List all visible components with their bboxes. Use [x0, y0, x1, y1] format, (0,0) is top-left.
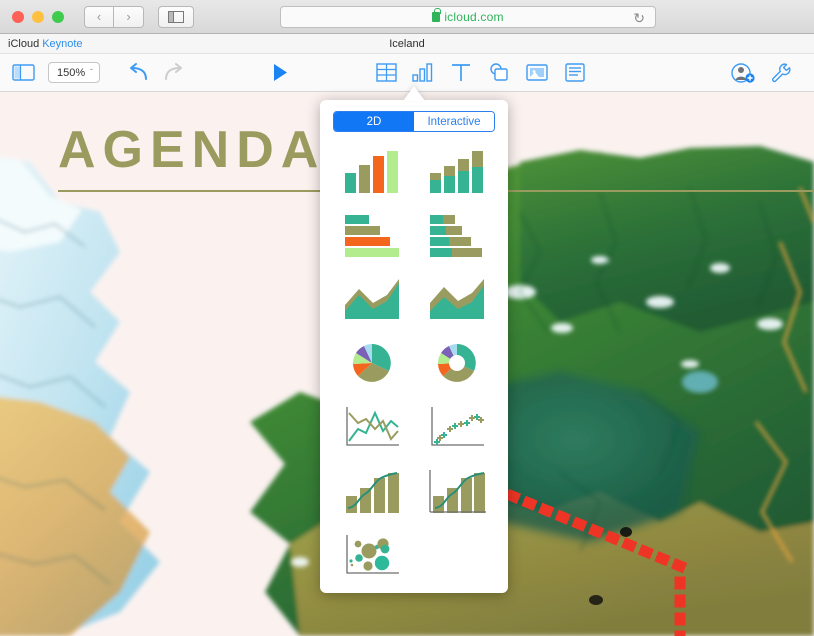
share-icon	[731, 62, 755, 83]
chart-option-bubble[interactable]	[330, 524, 413, 586]
zoom-button[interactable]	[52, 10, 64, 23]
route-dotted-line	[504, 488, 686, 636]
two-axis-chart-icon	[428, 470, 486, 513]
address-bar[interactable]: icloud.com ↻	[280, 6, 656, 28]
shape-button[interactable]	[486, 61, 512, 85]
page-title[interactable]: AGENDA	[58, 120, 325, 180]
text-button[interactable]	[448, 61, 474, 85]
mixed-column-line-chart-icon	[345, 472, 399, 513]
tools-button[interactable]	[768, 61, 794, 85]
text-icon	[451, 64, 470, 81]
stacked-area-chart-icon	[429, 279, 484, 319]
chart-option-two-axis[interactable]	[415, 460, 498, 522]
chart-type-segmented-control[interactable]: 2D Interactive	[333, 111, 495, 132]
chart-popover[interactable]: 2D Interactive	[320, 100, 508, 593]
chart-option-bar[interactable]	[330, 204, 413, 266]
stacked-bar-chart-icon	[429, 215, 482, 257]
chart-grid-empty-slot	[415, 524, 498, 586]
tab-2d[interactable]: 2D	[334, 112, 414, 131]
shape-icon	[490, 63, 508, 81]
bar-chart-icon	[344, 215, 399, 257]
chart-option-donut[interactable]	[415, 332, 498, 394]
document-title: Iceland	[389, 37, 425, 50]
minimize-button[interactable]	[32, 10, 44, 23]
pie-chart-icon	[352, 344, 391, 382]
donut-chart-icon	[437, 344, 476, 382]
sidebar-icon	[168, 10, 184, 23]
share-button[interactable]	[730, 61, 756, 85]
bubble-chart-icon	[345, 535, 399, 574]
table-button[interactable]	[374, 61, 400, 85]
chart-option-stacked-area[interactable]	[415, 268, 498, 330]
chart-option-area[interactable]	[330, 268, 413, 330]
sidebar-toggle-button[interactable]	[158, 5, 194, 28]
media-button[interactable]	[524, 61, 550, 85]
chevron-down-icon: ˇ	[90, 68, 93, 77]
popover-arrow	[403, 86, 425, 101]
zoom-value: 150%	[57, 66, 86, 79]
chart-icon	[412, 63, 433, 82]
tab-interactive[interactable]: Interactive	[414, 112, 494, 131]
media-icon	[526, 64, 548, 81]
line-chart-icon	[345, 407, 399, 446]
area-chart-icon	[344, 279, 399, 319]
chart-option-stacked-column[interactable]	[415, 140, 498, 202]
reload-icon[interactable]: ↻	[633, 11, 645, 25]
redo-button	[160, 61, 188, 85]
chart-type-grid	[330, 140, 498, 586]
chart-option-mixed[interactable]	[330, 460, 413, 522]
undo-button[interactable]	[124, 61, 152, 85]
chart-option-stacked-bar[interactable]	[415, 204, 498, 266]
slide-navigator-button[interactable]	[10, 62, 36, 84]
slide-navigator-icon	[11, 64, 35, 81]
redo-icon	[164, 62, 182, 80]
wrench-icon	[772, 63, 791, 82]
url-text: icloud.com	[444, 10, 504, 24]
forward-button[interactable]: ›	[114, 5, 144, 28]
stacked-column-chart-icon	[429, 151, 483, 193]
comment-button[interactable]	[562, 61, 588, 85]
browser-toolbar: ‹ › icloud.com ↻	[0, 0, 814, 34]
play-icon	[274, 64, 288, 81]
window-controls	[12, 10, 64, 23]
back-button[interactable]: ‹	[84, 5, 114, 28]
app-title-bar: iCloud Keynote Iceland	[0, 34, 814, 54]
lock-icon	[432, 8, 441, 22]
undo-icon	[129, 62, 147, 80]
chart-option-scatter[interactable]	[415, 396, 498, 458]
chart-option-column[interactable]	[330, 140, 413, 202]
chart-option-pie[interactable]	[330, 332, 413, 394]
navigation-buttons: ‹ ›	[84, 5, 144, 28]
column-chart-icon	[344, 151, 398, 193]
play-button[interactable]	[268, 61, 294, 85]
chart-option-line[interactable]	[330, 396, 413, 458]
url-text-wrap: icloud.com	[432, 8, 504, 24]
table-icon	[376, 63, 398, 82]
browser-window: ‹ › icloud.com ↻ iCloudKeynote Iceland	[0, 0, 814, 636]
close-button[interactable]	[12, 10, 24, 23]
comment-icon	[565, 63, 585, 82]
chart-button[interactable]	[410, 61, 436, 85]
zoom-select[interactable]: 150% ˇ	[48, 62, 100, 83]
scatter-chart-icon	[430, 407, 484, 446]
